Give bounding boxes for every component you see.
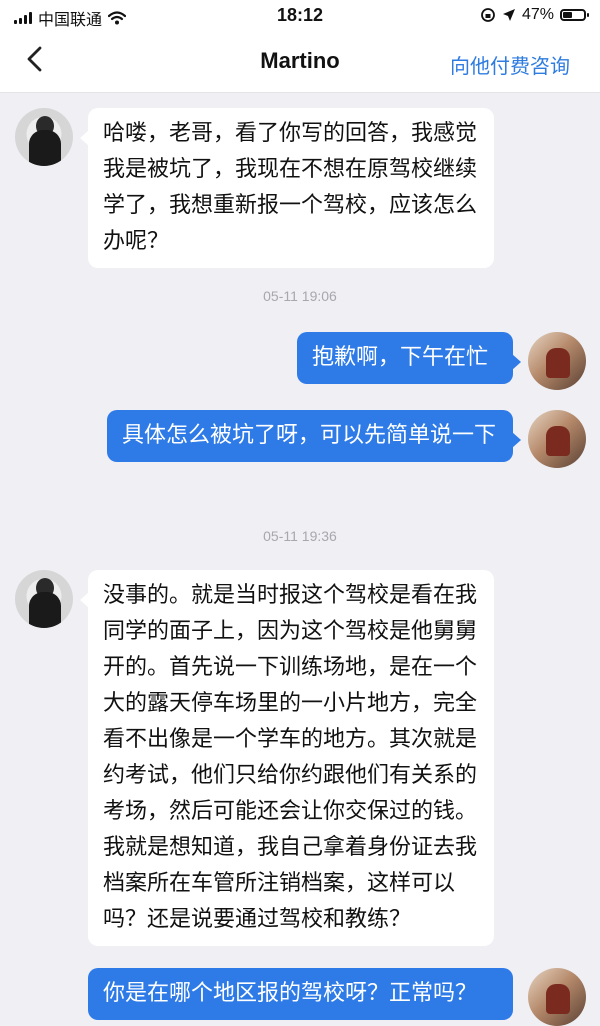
message-bubble-outgoing[interactable]: 抱歉啊，下午在忙 xyxy=(297,332,521,384)
message-bubble-incoming[interactable]: 哈喽，老哥，看了你写的回答，我感觉我是被坑了，我现在不想在原驾校继续学了，我想重… xyxy=(80,108,494,268)
contact-avatar[interactable] xyxy=(15,570,73,628)
message-timestamp: 05-11 19:06 xyxy=(263,288,337,304)
battery-icon xyxy=(560,9,589,21)
location-arrow-icon xyxy=(502,9,515,21)
my-avatar[interactable] xyxy=(528,332,586,390)
nav-bar: Martino 向他付费咨询 xyxy=(0,30,600,93)
message-bubble-incoming[interactable]: 没事的。就是当时报这个驾校是看在我同学的面子上，因为这个驾校是他舅舅开的。首先说… xyxy=(80,570,494,946)
status-bar: 中国联通 18:12 47% xyxy=(0,0,600,30)
message-bubble-outgoing[interactable]: 你是在哪个地区报的驾校呀？正常吗？ xyxy=(88,968,513,1020)
my-avatar[interactable] xyxy=(528,410,586,468)
chat-area[interactable]: 哈喽，老哥，看了你写的回答，我感觉我是被坑了，我现在不想在原驾校继续学了，我想重… xyxy=(0,92,600,1026)
battery-percent: 47% xyxy=(521,6,554,23)
contact-avatar[interactable] xyxy=(15,108,73,166)
message-bubble-outgoing[interactable]: 具体怎么被坑了呀，可以先简单说一下 xyxy=(107,410,521,462)
status-right: 47% xyxy=(480,6,589,24)
battery-fill xyxy=(563,12,572,18)
message-timestamp: 05-11 19:36 xyxy=(263,528,337,544)
paid-consult-button[interactable]: 向他付费咨询 xyxy=(450,50,570,79)
rotation-lock-icon xyxy=(481,8,495,22)
my-avatar[interactable] xyxy=(528,968,586,1026)
